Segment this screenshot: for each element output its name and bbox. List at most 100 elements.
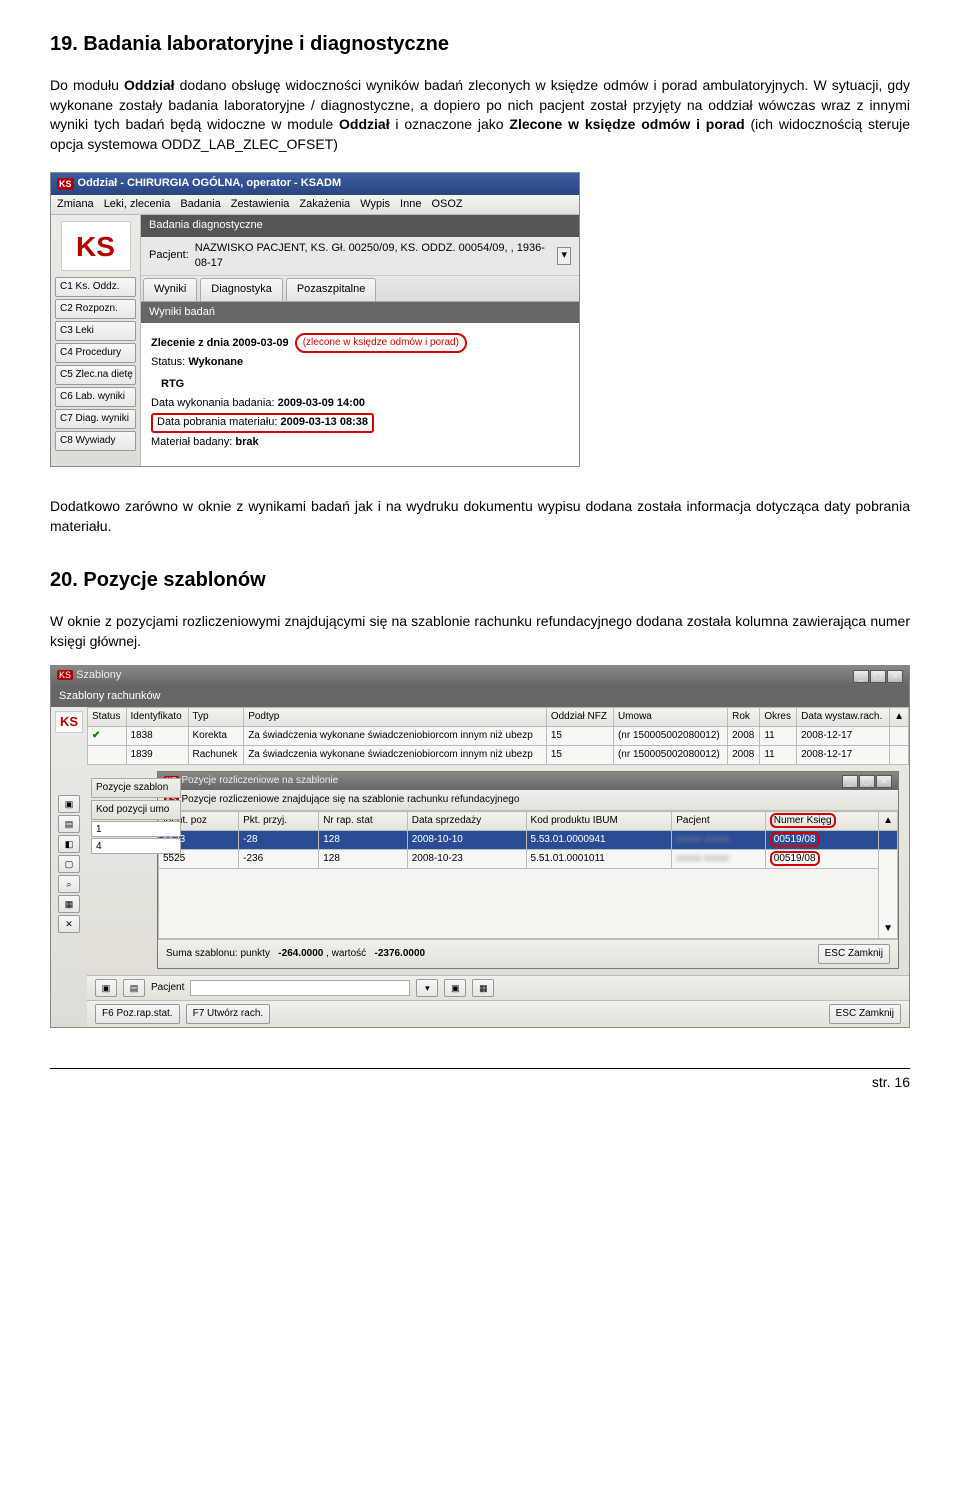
side-input-1[interactable]: 1 bbox=[91, 821, 181, 837]
szablony-table[interactable]: Status Identyfikato Typ Podtyp Oddział N… bbox=[87, 707, 909, 765]
cell-nr: 128 bbox=[319, 831, 408, 850]
p1-b: Oddział bbox=[124, 77, 175, 93]
dropdown-icon[interactable]: ▾ bbox=[557, 247, 571, 264]
ks-logo: KS bbox=[61, 221, 131, 271]
tool-btn-4[interactable]: ▢ bbox=[58, 855, 80, 873]
side-input-2[interactable]: 4 bbox=[91, 838, 181, 854]
sidebar-c6[interactable]: C6 Lab. wyniki bbox=[55, 387, 136, 407]
inner-titlebar: KS Pozycje rozliczeniowe na szablonie _ … bbox=[158, 772, 898, 790]
sidebar-c2[interactable]: C2 Rozpozn. bbox=[55, 299, 136, 319]
menu-badania[interactable]: Badania bbox=[180, 197, 220, 212]
col-okres[interactable]: Okres bbox=[760, 708, 797, 727]
tool-btn-6[interactable]: ▦ bbox=[58, 895, 80, 913]
inner-pozycje-window: KS Pozycje rozliczeniowe na szablonie _ … bbox=[157, 771, 899, 969]
col-pacjent[interactable]: Pacjent bbox=[672, 812, 766, 831]
app2-subtitle: Szablony rachunków bbox=[51, 686, 909, 707]
scroll-up-icon[interactable]: ▲ bbox=[890, 708, 909, 727]
sidebar-c5[interactable]: C5 Zlec.na dietę bbox=[55, 365, 136, 385]
menu-wypis[interactable]: Wypis bbox=[360, 197, 390, 212]
subsection-wyniki-badan: Wyniki badań bbox=[141, 302, 579, 323]
sidebar-c3[interactable]: C3 Leki bbox=[55, 321, 136, 341]
app-oddzial-window: KS Oddział - CHIRURGIA OGÓLNA, operator … bbox=[50, 172, 580, 467]
sidebar-c1[interactable]: C1 Ks. Oddz. bbox=[55, 277, 136, 297]
toolbar-btn[interactable]: ▦ bbox=[472, 979, 494, 997]
data-pob-label: Data pobrania materiału: bbox=[157, 416, 277, 428]
menu-leki[interactable]: Leki, zlecenia bbox=[104, 197, 171, 212]
sidebar-c7[interactable]: C7 Diag. wyniki bbox=[55, 409, 136, 429]
close-icon[interactable]: ✕ bbox=[887, 670, 903, 683]
col-id[interactable]: Identyfikato bbox=[126, 708, 188, 727]
col-kod-ibum[interactable]: Kod produktu IBUM bbox=[526, 812, 672, 831]
maximize-icon[interactable]: ▢ bbox=[859, 775, 875, 788]
tab-pozaszpitalne[interactable]: Pozaszpitalne bbox=[286, 278, 377, 300]
p1-e: i oznaczone jako bbox=[390, 116, 510, 132]
pozycje-table[interactable]: Ident. poz Pkt. przyj. Nr rap. stat Data… bbox=[158, 811, 898, 939]
cell-nr: 128 bbox=[319, 850, 408, 869]
table-row[interactable]: 1839 Rachunek Za świadczenia wykonane św… bbox=[88, 746, 909, 765]
dropdown-icon[interactable]: ▾ bbox=[416, 979, 438, 997]
app1-title: Oddział - CHIRURGIA OGÓLNA, operator - K… bbox=[78, 176, 342, 191]
cell-podtyp: Za świadczenia wykonane świadczeniobiorc… bbox=[244, 727, 547, 746]
col-nfz[interactable]: Oddział NFZ bbox=[546, 708, 613, 727]
tool-btn-5[interactable]: ⌕ bbox=[58, 875, 80, 893]
tool-btn-2[interactable]: ▤ bbox=[58, 815, 80, 833]
tab-wyniki[interactable]: Wyniki bbox=[143, 278, 197, 300]
ks-icon: KS bbox=[57, 670, 73, 680]
toolbar-btn[interactable]: ▤ bbox=[123, 979, 145, 997]
col-numer-ksieg[interactable]: Numer Księg bbox=[765, 812, 878, 831]
table-row[interactable]: 5525 -236 128 2008-10-23 5.51.01.0001011… bbox=[159, 850, 898, 869]
cell-kod: 5.53.01.0000941 bbox=[526, 831, 672, 850]
app1-titlebar: KS Oddział - CHIRURGIA OGÓLNA, operator … bbox=[51, 173, 579, 194]
cell-id: 1839 bbox=[126, 746, 188, 765]
menu-zestawienia[interactable]: Zestawienia bbox=[231, 197, 290, 212]
toolbar-btn[interactable]: ▣ bbox=[95, 979, 117, 997]
esc-close-button[interactable]: ESC Zamknij bbox=[818, 944, 890, 964]
tool-btn-7[interactable]: ✕ bbox=[58, 915, 80, 933]
scroll-up-icon[interactable]: ▲ bbox=[879, 812, 898, 831]
cell-nfz: 15 bbox=[546, 727, 613, 746]
esc-close-button[interactable]: ESC Zamknij bbox=[829, 1004, 901, 1024]
heading-20: 20. Pozycje szablonów bbox=[50, 566, 910, 594]
col-rok[interactable]: Rok bbox=[728, 708, 760, 727]
col-status[interactable]: Status bbox=[88, 708, 127, 727]
sidebar-c8[interactable]: C8 Wywiady bbox=[55, 431, 136, 451]
section-badania: Badania diagnostyczne bbox=[141, 215, 579, 236]
table-row[interactable]: ✔ 1838 Korekta Za świadczenia wykonane ś… bbox=[88, 727, 909, 746]
pacjent-input[interactable] bbox=[190, 980, 410, 996]
cell-numer: 00519/08 bbox=[765, 831, 878, 850]
col-typ[interactable]: Typ bbox=[188, 708, 244, 727]
cell-typ: Korekta bbox=[188, 727, 244, 746]
f7-button[interactable]: F7 Utwórz rach. bbox=[186, 1004, 271, 1024]
cell-status: ✔ bbox=[88, 727, 127, 746]
cell-rok: 2008 bbox=[728, 727, 760, 746]
f6-button[interactable]: F6 Poz.rap.stat. bbox=[95, 1004, 180, 1024]
menu-zmiana[interactable]: Zmiana bbox=[57, 197, 94, 212]
p1-a: Do modułu bbox=[50, 77, 124, 93]
menu-inne[interactable]: Inne bbox=[400, 197, 421, 212]
tab-diagnostyka[interactable]: Diagnostyka bbox=[200, 278, 283, 300]
zlecenie-label: Zlecenie z dnia bbox=[151, 337, 229, 349]
minimize-icon[interactable]: _ bbox=[853, 670, 869, 683]
cell-nfz: 15 bbox=[546, 746, 613, 765]
menu-osoz[interactable]: OSOZ bbox=[431, 197, 462, 212]
material-value: brak bbox=[235, 436, 258, 448]
col-pkt[interactable]: Pkt. przyj. bbox=[239, 812, 319, 831]
menu-zakazenia[interactable]: Zakażenia bbox=[299, 197, 350, 212]
maximize-icon[interactable]: ▢ bbox=[870, 670, 886, 683]
cell-pkt: -236 bbox=[239, 850, 319, 869]
tool-btn-3[interactable]: ◧ bbox=[58, 835, 80, 853]
col-data-sprz[interactable]: Data sprzedaży bbox=[407, 812, 526, 831]
col-nrrap[interactable]: Nr rap. stat bbox=[319, 812, 408, 831]
toolbar-btn[interactable]: ▣ bbox=[444, 979, 466, 997]
col-umowa[interactable]: Umowa bbox=[613, 708, 727, 727]
close-icon[interactable]: ✕ bbox=[876, 775, 892, 788]
minimize-icon[interactable]: _ bbox=[842, 775, 858, 788]
tool-btn-1[interactable]: ▣ bbox=[58, 795, 80, 813]
scroll-down-icon[interactable]: ▼ bbox=[879, 850, 898, 939]
cell-pacjent: xxxxx xxxxx bbox=[672, 831, 766, 850]
col-podtyp[interactable]: Podtyp bbox=[244, 708, 547, 727]
col-data[interactable]: Data wystaw.rach. bbox=[797, 708, 890, 727]
ks-logo-mini: KS bbox=[55, 711, 83, 733]
table-row[interactable]: 5523 -28 128 2008-10-10 5.53.01.0000941 … bbox=[159, 831, 898, 850]
sidebar-c4[interactable]: C4 Procedury bbox=[55, 343, 136, 363]
